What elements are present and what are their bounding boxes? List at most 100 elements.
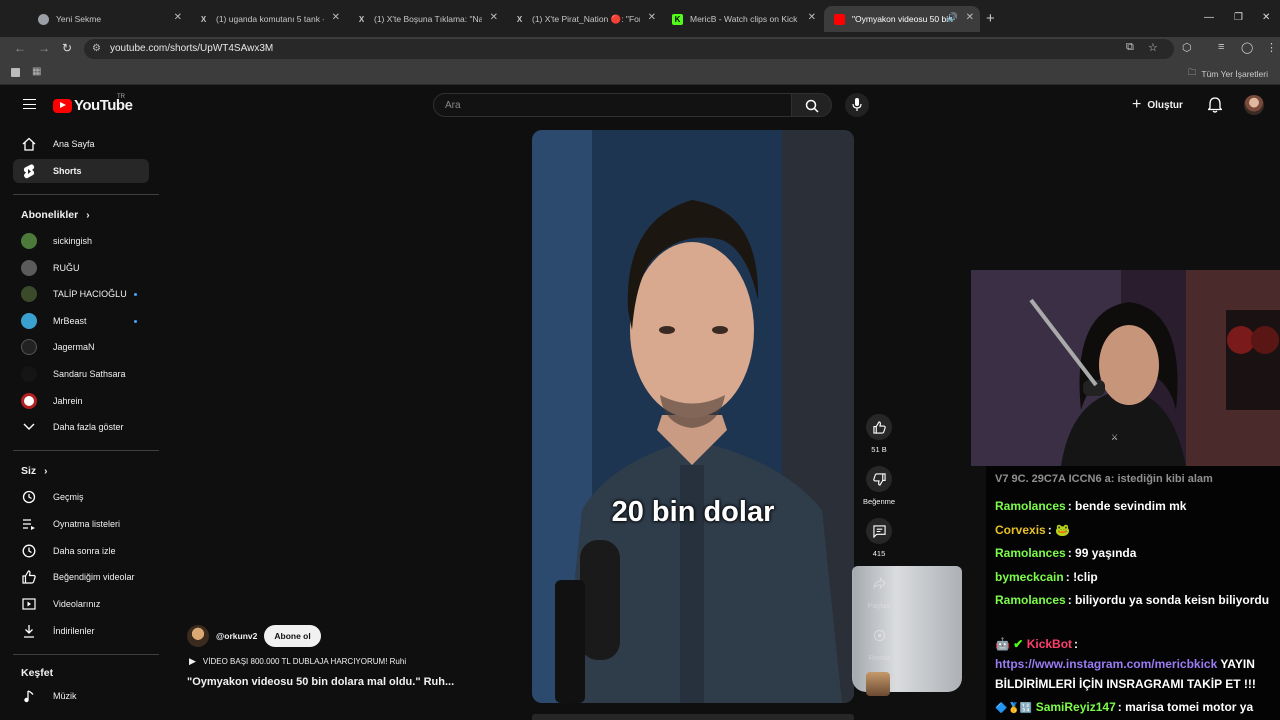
hamburger-menu-icon[interactable] xyxy=(23,99,36,109)
sidebar-item-sandaru-sathsara[interactable]: Sandaru Sathsara xyxy=(13,362,149,386)
back-icon[interactable]: ← xyxy=(14,41,26,55)
sidebar-item-downloads[interactable]: İndirilenler xyxy=(13,619,149,643)
like-button[interactable]: 51 B xyxy=(862,414,896,454)
like-count: 51 B xyxy=(871,445,887,454)
voice-search-button[interactable] xyxy=(845,93,869,117)
you-header-label: Siz xyxy=(21,465,37,477)
all-bookmarks-button[interactable]: 🗀 Tüm Yer İşaretleri xyxy=(1188,67,1268,81)
install-icon[interactable]: ⧉ xyxy=(1126,41,1134,54)
close-window-icon[interactable]: ✕ xyxy=(1262,12,1270,23)
sidebar-item-home[interactable]: Ana Sayfa xyxy=(13,132,149,156)
sidebar-item-show-more[interactable]: Daha fazla göster xyxy=(13,415,149,439)
divider xyxy=(13,654,159,655)
short-video-player[interactable]: 20 bin dolar xyxy=(532,130,854,703)
extensions-icon[interactable]: ⬡ xyxy=(1182,41,1192,54)
subscriptions-header[interactable]: Abonelikler › xyxy=(21,209,90,221)
browser-tab-strip: Yeni Sekme ✕ X (1) uganda komutanı 5 tan… xyxy=(0,0,1280,37)
chat-message: bymeckcain: !clip xyxy=(995,570,1098,584)
sidebar-item-label: Geçmiş xyxy=(53,492,84,502)
sidebar-item-sickingish[interactable]: sickingish xyxy=(13,229,149,253)
new-content-dot xyxy=(134,292,137,296)
subscribe-button[interactable]: Abone ol xyxy=(264,625,321,647)
youtube-logo[interactable]: YouTube TR xyxy=(53,94,133,114)
search-button[interactable] xyxy=(792,93,832,117)
search-input[interactable]: Ara xyxy=(433,93,792,117)
bookmark-star-icon[interactable]: ☆ xyxy=(1148,41,1158,54)
site-info-icon[interactable]: ⚙ xyxy=(92,43,101,54)
dislike-button[interactable]: Beğenme xyxy=(862,466,896,506)
share-button[interactable]: Paylaş xyxy=(862,570,896,610)
short-title[interactable]: "Oymyakon videosu 50 bin dolara mal oldu… xyxy=(187,676,454,688)
sidebar-item-playlists[interactable]: Oynatma listeleri xyxy=(13,512,149,536)
you-header[interactable]: Siz › xyxy=(21,465,48,477)
chat-message: Ramolances: biliyordu ya sonda keisn bil… xyxy=(995,593,1270,607)
tab-4[interactable]: K MericB - Watch clips on Kick ✕ xyxy=(662,6,822,32)
all-bookmarks-label: Tüm Yer İşaretleri xyxy=(1201,69,1268,79)
sidebar-item-history[interactable]: Geçmiş xyxy=(13,485,149,509)
create-button[interactable]: + Oluştur xyxy=(1132,95,1183,115)
channel-handle[interactable]: @orkunv2 xyxy=(216,631,257,641)
minimize-icon[interactable]: — xyxy=(1204,12,1214,23)
media-icon[interactable]: ≡ xyxy=(1218,41,1224,53)
comments-button[interactable]: 415 xyxy=(862,518,896,558)
sidebar-item-label: Sandaru Sathsara xyxy=(53,369,126,379)
new-tab-button[interactable]: + xyxy=(986,10,995,27)
sidebar-item-your-videos[interactable]: Videolarınız xyxy=(13,592,149,616)
notifications-bell-icon[interactable] xyxy=(1208,97,1222,113)
tab-1[interactable]: X (1) uganda komutanı 5 tank - A ✕ xyxy=(188,6,346,32)
close-icon[interactable]: ✕ xyxy=(808,12,816,23)
sidebar-item-talip-hacioglu[interactable]: TALİP HACIOĞLU xyxy=(13,282,149,306)
sidebar-item-rugu[interactable]: RUĞU xyxy=(13,256,149,280)
verified-badge-icon: ✔ xyxy=(1013,637,1024,651)
menu-icon[interactable]: ⋮ xyxy=(1266,41,1277,54)
sidebar-item-mrbeast[interactable]: MrBeast xyxy=(13,309,149,333)
youtube-play-icon xyxy=(53,98,72,113)
chat-username: KickBot xyxy=(1026,637,1073,651)
channel-avatar[interactable] xyxy=(187,625,209,647)
sidebar-item-label: RUĞU xyxy=(53,263,80,273)
tab-5-active[interactable]: "Oymyakon videosu 50 bin 🔊 ✕ xyxy=(824,6,980,32)
maximize-icon[interactable]: ❐ xyxy=(1234,12,1243,23)
close-icon[interactable]: ✕ xyxy=(966,12,974,23)
close-icon[interactable]: ✕ xyxy=(174,12,182,23)
screen: Yeni Sekme ✕ X (1) uganda komutanı 5 tan… xyxy=(0,0,1280,720)
chat-link[interactable]: https://www.instagram.com/mericbkick xyxy=(995,657,1217,671)
sidebar-item-label: Videolarınız xyxy=(53,599,101,609)
sidebar-item-shorts[interactable]: Shorts xyxy=(13,159,149,183)
next-short-preview[interactable] xyxy=(532,714,854,720)
chat-text: 99 yaşında xyxy=(1075,546,1137,560)
close-icon[interactable]: ✕ xyxy=(332,12,340,23)
sound-thumbnail[interactable] xyxy=(866,672,890,696)
reload-icon[interactable]: ↻ xyxy=(62,41,72,55)
apps-grid-icon[interactable]: ▦ xyxy=(32,66,41,77)
sidebar-item-watch-later[interactable]: Daha sonra izle xyxy=(13,539,149,563)
tab-2[interactable]: X (1) X'te Boşuna Tıklama: "Nakit ✕ xyxy=(346,6,504,32)
sidebar-item-music[interactable]: Müzik xyxy=(13,684,149,708)
tab-title: "Oymyakon videosu 50 bin xyxy=(852,14,953,24)
close-icon[interactable]: ✕ xyxy=(648,12,656,23)
sidebar-item-jagerman[interactable]: JagermaN xyxy=(13,335,149,359)
remix-button[interactable]: Remix xyxy=(862,622,896,662)
country-code: TR xyxy=(117,94,125,100)
music-title: VİDEO BAŞI 800.000 TL DUBLAJA HARCIYORUM… xyxy=(202,657,407,666)
speaker-icon[interactable]: 🔊 xyxy=(947,12,958,23)
x-logo-icon: X xyxy=(516,14,523,24)
profile-icon[interactable]: ◯ xyxy=(1241,41,1253,54)
app-square-icon[interactable] xyxy=(11,68,20,77)
x-logo-icon: X xyxy=(358,14,365,24)
tab-0[interactable]: Yeni Sekme ✕ xyxy=(28,6,188,32)
play-icon: ▶ xyxy=(189,656,196,666)
music-row[interactable]: ▶ VİDEO BAŞI 800.000 TL DUBLAJA HARCIYOR… xyxy=(189,656,406,667)
bookmarks-bar: ▦ 🗀 Tüm Yer İşaretleri xyxy=(0,61,1280,85)
sidebar-item-label: TALİP HACIOĞLU xyxy=(53,289,127,299)
close-icon[interactable]: ✕ xyxy=(490,12,498,23)
url-field[interactable]: ⚙ youtube.com/shorts/UpWT4SAwx3M xyxy=(84,39,1174,59)
folder-icon: 🗀 xyxy=(1187,67,1197,77)
microphone-icon xyxy=(852,98,862,111)
sidebar-item-jahrein[interactable]: Jahrein xyxy=(13,389,149,413)
account-avatar[interactable] xyxy=(1244,95,1264,115)
explore-header-label: Keşfet xyxy=(21,667,54,679)
forward-icon[interactable]: → xyxy=(38,41,50,55)
tab-3[interactable]: X (1) X'te Pirat_Nation 🔴: "Forms ✕ xyxy=(504,6,662,32)
sidebar-item-liked-videos[interactable]: Beğendiğim videolar xyxy=(13,565,149,589)
